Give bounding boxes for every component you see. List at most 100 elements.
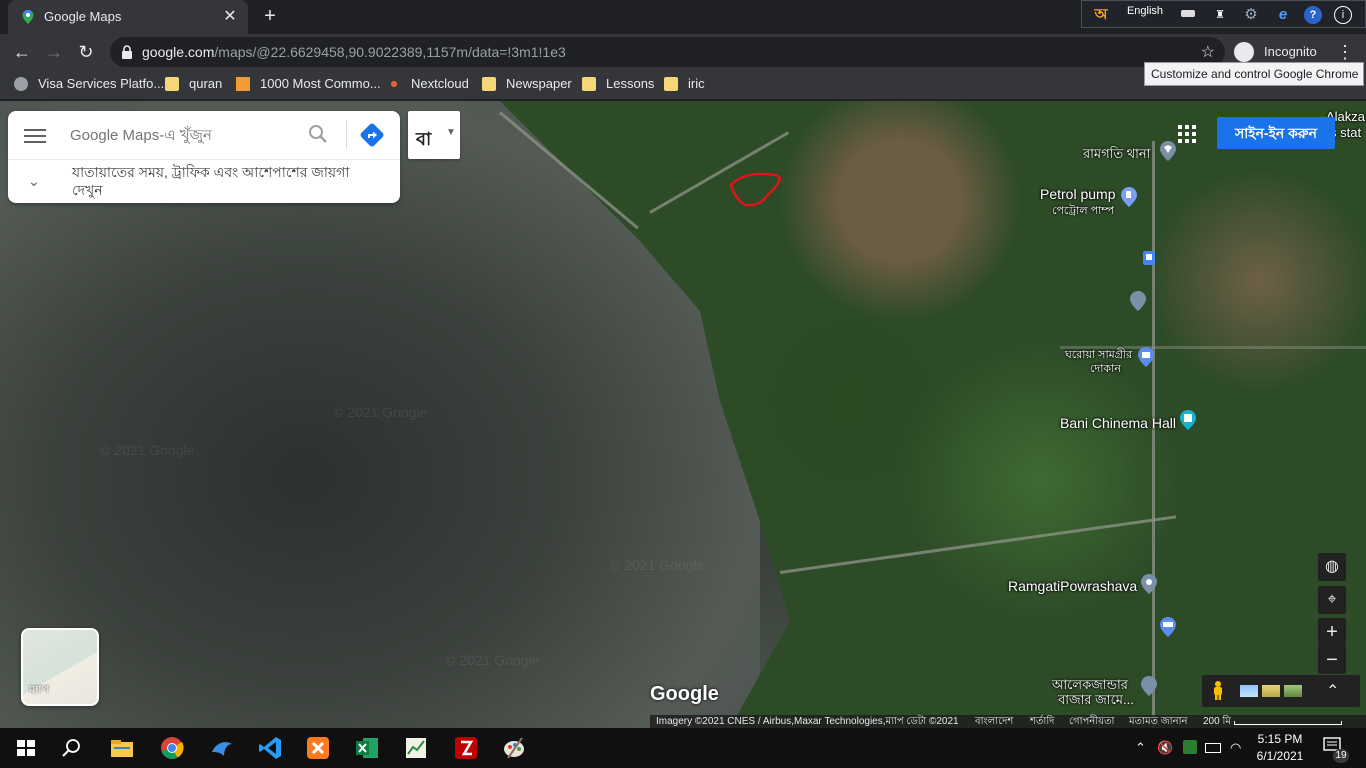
chrome-menu-icon[interactable]: ⋮ xyxy=(1334,40,1356,64)
file-explorer-icon[interactable] xyxy=(108,734,136,762)
signin-button[interactable]: সাইন-ইন করুন xyxy=(1217,117,1335,149)
poi-sublabel-petrol-pump: পেট্রোল পাম্প xyxy=(1052,205,1115,217)
atm-pin-icon[interactable] xyxy=(1160,617,1176,637)
terms-link[interactable]: শর্তাদি xyxy=(1030,715,1054,728)
language-bar: অ English ♜ ⚙ e ? i xyxy=(1081,0,1366,28)
map-footer: Imagery ©2021 CNES / Airbus,Maxar Techno… xyxy=(650,715,1366,728)
lock-icon xyxy=(122,45,132,59)
privacy-link[interactable]: গোপনীয়তা xyxy=(1069,715,1114,728)
dolphin-app-icon[interactable] xyxy=(208,734,236,762)
chevron-up-icon[interactable]: ⌃ xyxy=(1135,740,1146,756)
menu-tooltip: Customize and control Google Chrome xyxy=(1144,62,1364,86)
scale-bar xyxy=(1234,721,1342,725)
poi-sublabel-mosque-bazar: বাজার জামে... xyxy=(1058,692,1134,707)
chess-piece-icon[interactable]: ♜ xyxy=(1210,5,1230,25)
scale-label[interactable]: 200 মি xyxy=(1203,715,1231,728)
mosque-pin-icon[interactable] xyxy=(1141,676,1157,696)
dropdown-arrow-icon: ▼ xyxy=(446,127,456,138)
nextcloud-icon xyxy=(387,77,401,91)
ie-icon[interactable]: e xyxy=(1272,5,1294,25)
back-arrow-icon[interactable]: ← xyxy=(10,40,34,64)
excel-icon[interactable] xyxy=(353,734,381,762)
chevron-down-icon[interactable]: ⌄ xyxy=(28,173,42,189)
search-separator xyxy=(8,159,400,160)
new-tab-button[interactable]: + xyxy=(258,5,282,29)
language-selector[interactable]: English xyxy=(1120,1,1170,21)
keyboard-icon[interactable] xyxy=(1178,5,1198,25)
windows-taskbar: ⌃ 🔇 ◠ 5:15 PM 6/1/2021 19 xyxy=(0,728,1366,768)
chrome-icon[interactable] xyxy=(158,734,186,762)
browser-tab[interactable]: Google Maps ✕ xyxy=(8,0,248,34)
clock-time: 5:15 PM xyxy=(1257,732,1303,746)
cinema-pin-icon[interactable] xyxy=(1180,410,1196,430)
search-input[interactable] xyxy=(70,125,300,145)
search-icon[interactable] xyxy=(58,734,86,762)
folder-icon xyxy=(582,77,596,91)
reload-icon[interactable]: ↻ xyxy=(74,40,98,64)
photo-thumbnail-icon[interactable] xyxy=(1284,685,1302,697)
search-icon[interactable] xyxy=(308,124,328,144)
road xyxy=(1152,141,1155,728)
poi-label-cinema-hall[interactable]: Bani Chinema Hall xyxy=(1060,415,1176,431)
system-clock[interactable]: 5:15 PM 6/1/2021 xyxy=(1255,731,1305,765)
chart-app-icon[interactable] xyxy=(402,734,430,762)
map-canvas[interactable]: © 2021 Google © 2021 Google © 2021 Googl… xyxy=(0,101,1366,728)
folder-icon xyxy=(165,77,179,91)
my-location-icon[interactable]: ⌖ xyxy=(1318,586,1346,614)
wifi-icon[interactable]: ◠ xyxy=(1230,740,1241,756)
map-layer-toggle[interactable]: ম্যাপ xyxy=(21,628,99,706)
mosque-pin-icon[interactable] xyxy=(1130,291,1146,311)
poi-label-police-station[interactable]: রামগতি থানা xyxy=(1083,145,1150,166)
document-icon xyxy=(236,77,250,91)
forward-arrow-icon[interactable]: → xyxy=(42,40,66,64)
police-pin-icon[interactable] xyxy=(1160,141,1176,161)
keyboard-layout-icon[interactable]: অ xyxy=(1090,5,1112,25)
volume-muted-icon[interactable]: 🔇 xyxy=(1157,740,1173,756)
folder-icon xyxy=(664,77,678,91)
url-host: google.com xyxy=(142,44,215,60)
incognito-label: Incognito xyxy=(1264,44,1317,59)
feedback-link[interactable]: মতামত জানান xyxy=(1129,715,1187,728)
pegman-icon[interactable] xyxy=(1212,681,1224,701)
language-layer-button[interactable]: বা ▼ xyxy=(408,111,460,159)
incognito-icon xyxy=(1234,42,1254,62)
shop-pin-icon[interactable] xyxy=(1138,347,1154,367)
gear-icon[interactable]: ⚙ xyxy=(1240,5,1262,25)
search-divider xyxy=(346,121,347,149)
url-path: /maps/@22.6629458,90.9022389,1157m/data=… xyxy=(214,44,566,60)
address-bar[interactable]: google.com/maps/@22.6629458,90.9022389,1… xyxy=(110,37,1225,67)
clock-date: 6/1/2021 xyxy=(1256,749,1304,763)
folder-icon xyxy=(482,77,496,91)
battery-icon[interactable] xyxy=(1205,743,1221,753)
search-panel: ⌄ যাতায়াতের সময়, ট্রাফিক এবং আশেপাশের … xyxy=(8,111,400,203)
directions-icon[interactable] xyxy=(360,123,384,147)
power-icon[interactable]: i xyxy=(1334,6,1352,24)
windows-start-icon[interactable] xyxy=(12,734,40,762)
country-link[interactable]: বাংলাদেশ xyxy=(975,715,1013,728)
expand-chevron-icon[interactable]: ⌃ xyxy=(1326,681,1339,701)
globe-view-icon[interactable]: ◍ xyxy=(1318,553,1346,581)
photo-thumbnail-icon[interactable] xyxy=(1240,685,1258,697)
vscode-icon[interactable] xyxy=(256,734,284,762)
google-maps-icon xyxy=(22,10,34,24)
gas-station-pin-icon[interactable] xyxy=(1121,187,1137,207)
paint-icon[interactable] xyxy=(500,734,528,762)
hamburger-menu-icon[interactable] xyxy=(24,125,46,145)
filezilla-icon[interactable] xyxy=(452,734,480,762)
security-shield-icon[interactable] xyxy=(1183,740,1197,754)
explore-hint[interactable]: যাতায়াতের সময়, ট্রাফিক এবং আশেপাশের জা… xyxy=(72,163,382,199)
map-watermark: © 2021 Google xyxy=(100,442,195,458)
help-icon[interactable]: ? xyxy=(1304,6,1322,24)
map-watermark: © 2021 Google xyxy=(445,652,540,668)
zoom-out-button[interactable]: − xyxy=(1318,646,1346,674)
bookmark-star-icon[interactable]: ☆ xyxy=(1201,42,1215,62)
xampp-icon[interactable] xyxy=(304,734,332,762)
poi-label-petrol-pump[interactable]: Petrol pump xyxy=(1040,186,1115,202)
photo-thumbnail-icon[interactable] xyxy=(1262,685,1280,697)
bus-stop-icon[interactable] xyxy=(1143,251,1155,265)
civic-pin-icon[interactable] xyxy=(1141,574,1157,594)
tab-close-icon[interactable]: ✕ xyxy=(220,7,240,27)
google-apps-icon[interactable] xyxy=(1176,123,1198,145)
poi-label-municipality[interactable]: RamgatiPowrashava xyxy=(1008,578,1137,594)
zoom-in-button[interactable]: + xyxy=(1318,618,1346,646)
